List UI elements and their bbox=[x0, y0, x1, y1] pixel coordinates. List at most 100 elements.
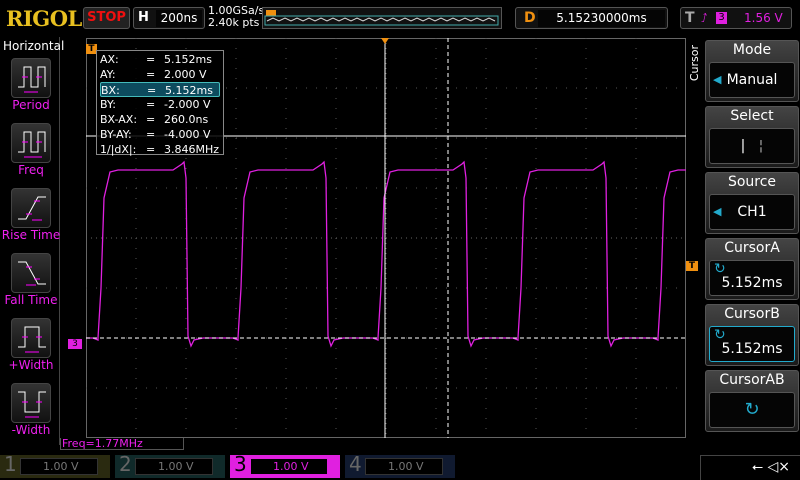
pos-width-button[interactable] bbox=[11, 318, 51, 358]
memory-overview bbox=[262, 7, 502, 29]
cursor-ab-softkey[interactable]: CursorAB ↻ bbox=[705, 370, 799, 432]
ch3-offset-marker[interactable]: 3 bbox=[68, 339, 82, 349]
neg-width-button[interactable] bbox=[11, 383, 51, 423]
channel-scale: 1.00 V bbox=[250, 458, 328, 475]
readout-eq: = bbox=[146, 98, 156, 111]
cursor-ab-label: CursorAB bbox=[719, 372, 785, 388]
readout-value: 260.0ns bbox=[164, 113, 209, 126]
channel-4-tab[interactable]: 4 1.00 V bbox=[345, 452, 455, 478]
rise-time-button[interactable] bbox=[11, 188, 51, 228]
readout-row: AX: = 5.152ms bbox=[100, 52, 220, 67]
rise-time-icon bbox=[18, 196, 46, 221]
readout-row: BY-AY: = -4.000 V bbox=[100, 127, 220, 142]
status-icons: ⭠ ◁× bbox=[700, 455, 800, 480]
readout-key: BX-AX: bbox=[100, 113, 138, 126]
mode-label: Mode bbox=[732, 42, 772, 58]
readout-value: -2.000 V bbox=[164, 98, 211, 111]
cursor-a-value: 5.152ms bbox=[721, 275, 783, 291]
cursor-b-value: 5.152ms bbox=[721, 341, 783, 357]
cursor-menu-title: Cursor bbox=[688, 45, 701, 82]
select-softkey[interactable]: Select | ¦ bbox=[705, 106, 799, 168]
source-label: Source bbox=[727, 174, 777, 190]
readout-eq: = bbox=[146, 53, 156, 66]
readout-key: BY: bbox=[100, 98, 116, 111]
pos-width-label: +Width bbox=[8, 358, 54, 372]
freq-button[interactable] bbox=[11, 123, 51, 163]
timebase-key: H bbox=[138, 10, 149, 25]
mode-softkey[interactable]: Mode ◀ Manual bbox=[705, 40, 799, 102]
readout-eq: = bbox=[146, 113, 156, 126]
run-stop-status[interactable]: STOP bbox=[83, 7, 130, 29]
readout-value: -4.000 V bbox=[164, 128, 211, 141]
freq-label: Freq bbox=[18, 163, 44, 177]
period-button[interactable] bbox=[11, 58, 51, 98]
trigger-time-marker[interactable] bbox=[381, 38, 389, 44]
channel-number: 3 bbox=[234, 452, 247, 476]
horizontal-measure-menu: Horizontal Period Freq Rise Time Fall Ti… bbox=[0, 37, 65, 445]
fall-time-icon bbox=[18, 261, 46, 286]
channel-2-tab[interactable]: 2 1.00 V bbox=[115, 452, 225, 478]
period-label: Period bbox=[12, 98, 50, 112]
channel-1-tab[interactable]: 1 1.00 V bbox=[0, 452, 110, 478]
select-label: Select bbox=[730, 108, 774, 124]
trigger-key: T bbox=[685, 10, 695, 26]
source-softkey[interactable]: Source ◀ CH1 bbox=[705, 172, 799, 234]
cursor-b-softkey[interactable]: CursorB ↻ 5.152ms bbox=[705, 304, 799, 366]
rise-time-label: Rise Time bbox=[1, 228, 61, 242]
delay-value: 5.15230000ms bbox=[538, 10, 665, 27]
neg-width-icon bbox=[18, 391, 46, 418]
readout-value: 3.846MHz bbox=[164, 143, 220, 156]
delay-key: D bbox=[524, 10, 536, 26]
freq-measurement: Freq=1.77MHz bbox=[60, 438, 184, 450]
memory-depth: 2.40k pts bbox=[208, 16, 260, 29]
trigger-level: 1.56 V bbox=[744, 11, 783, 25]
channel-number: 2 bbox=[119, 452, 132, 476]
readout-key: 1/|dX|: bbox=[100, 143, 137, 156]
timebase-value: 200ns bbox=[156, 10, 202, 27]
readout-value: 5.152ms bbox=[164, 53, 212, 66]
readout-eq: = bbox=[147, 84, 157, 97]
readout-key: BX: bbox=[101, 84, 120, 97]
menu-title: Horizontal bbox=[3, 39, 65, 53]
fall-time-button[interactable] bbox=[11, 253, 51, 293]
readout-key: AY: bbox=[100, 68, 116, 81]
rotate-knob-icon: ↻ bbox=[714, 261, 726, 277]
left-arrow-icon: ◀ bbox=[713, 73, 722, 86]
channel-scale: 1.00 V bbox=[20, 458, 98, 475]
rotate-knob-icon: ↻ bbox=[714, 327, 726, 343]
readout-value: 5.152ms bbox=[165, 84, 213, 97]
channel-number: 1 bbox=[4, 452, 17, 476]
readout-row: BX: = 5.152ms bbox=[100, 82, 220, 97]
channel-3-tab[interactable]: 3 1.00 V bbox=[230, 452, 340, 478]
period-icon bbox=[18, 66, 46, 93]
channel-number: 4 bbox=[349, 452, 362, 476]
source-value: CH1 bbox=[737, 204, 767, 220]
timebase-box[interactable]: H 200ns bbox=[133, 7, 205, 29]
readout-row: BY: = -2.000 V bbox=[100, 97, 220, 112]
acquisition-info: 1.00GSa/s 2.40k pts bbox=[208, 5, 264, 29]
readout-eq: = bbox=[146, 143, 156, 156]
trigger-level-marker[interactable]: T bbox=[686, 261, 698, 271]
trigger-source: 3 bbox=[716, 12, 727, 24]
channel-scale: 1.00 V bbox=[365, 458, 443, 475]
readout-row: AY: = 2.000 V bbox=[100, 67, 220, 82]
fall-time-label: Fall Time bbox=[4, 293, 58, 307]
readout-value: 2.000 V bbox=[164, 68, 207, 81]
readout-eq: = bbox=[146, 128, 156, 141]
channel-scale: 1.00 V bbox=[135, 458, 213, 475]
neg-width-label: -Width bbox=[11, 423, 51, 437]
readout-key: BY-AY: bbox=[100, 128, 132, 141]
delay-box[interactable]: D 5.15230000ms bbox=[515, 7, 668, 29]
readout-key: AX: bbox=[100, 53, 119, 66]
cursor-a-softkey[interactable]: CursorA ↻ 5.152ms bbox=[705, 238, 799, 300]
freq-icon bbox=[18, 131, 46, 158]
left-arrow-icon: ◀ bbox=[713, 205, 722, 218]
rigol-logo: RIGOL bbox=[6, 6, 82, 31]
waveform-overview-icon bbox=[264, 10, 499, 26]
rotate-knob-icon: ↻ bbox=[744, 399, 760, 420]
readout-row: BX-AX: = 260.0ns bbox=[100, 112, 220, 127]
trigger-box[interactable]: T ⭜ 3 1.56 V bbox=[680, 7, 792, 29]
pos-width-icon bbox=[18, 326, 46, 353]
cursor-readout-panel: AX: = 5.152ms AY: = 2.000 V BX: = 5.152ms BY: = -2.… bbox=[96, 50, 224, 156]
mode-value: Manual bbox=[726, 72, 778, 88]
